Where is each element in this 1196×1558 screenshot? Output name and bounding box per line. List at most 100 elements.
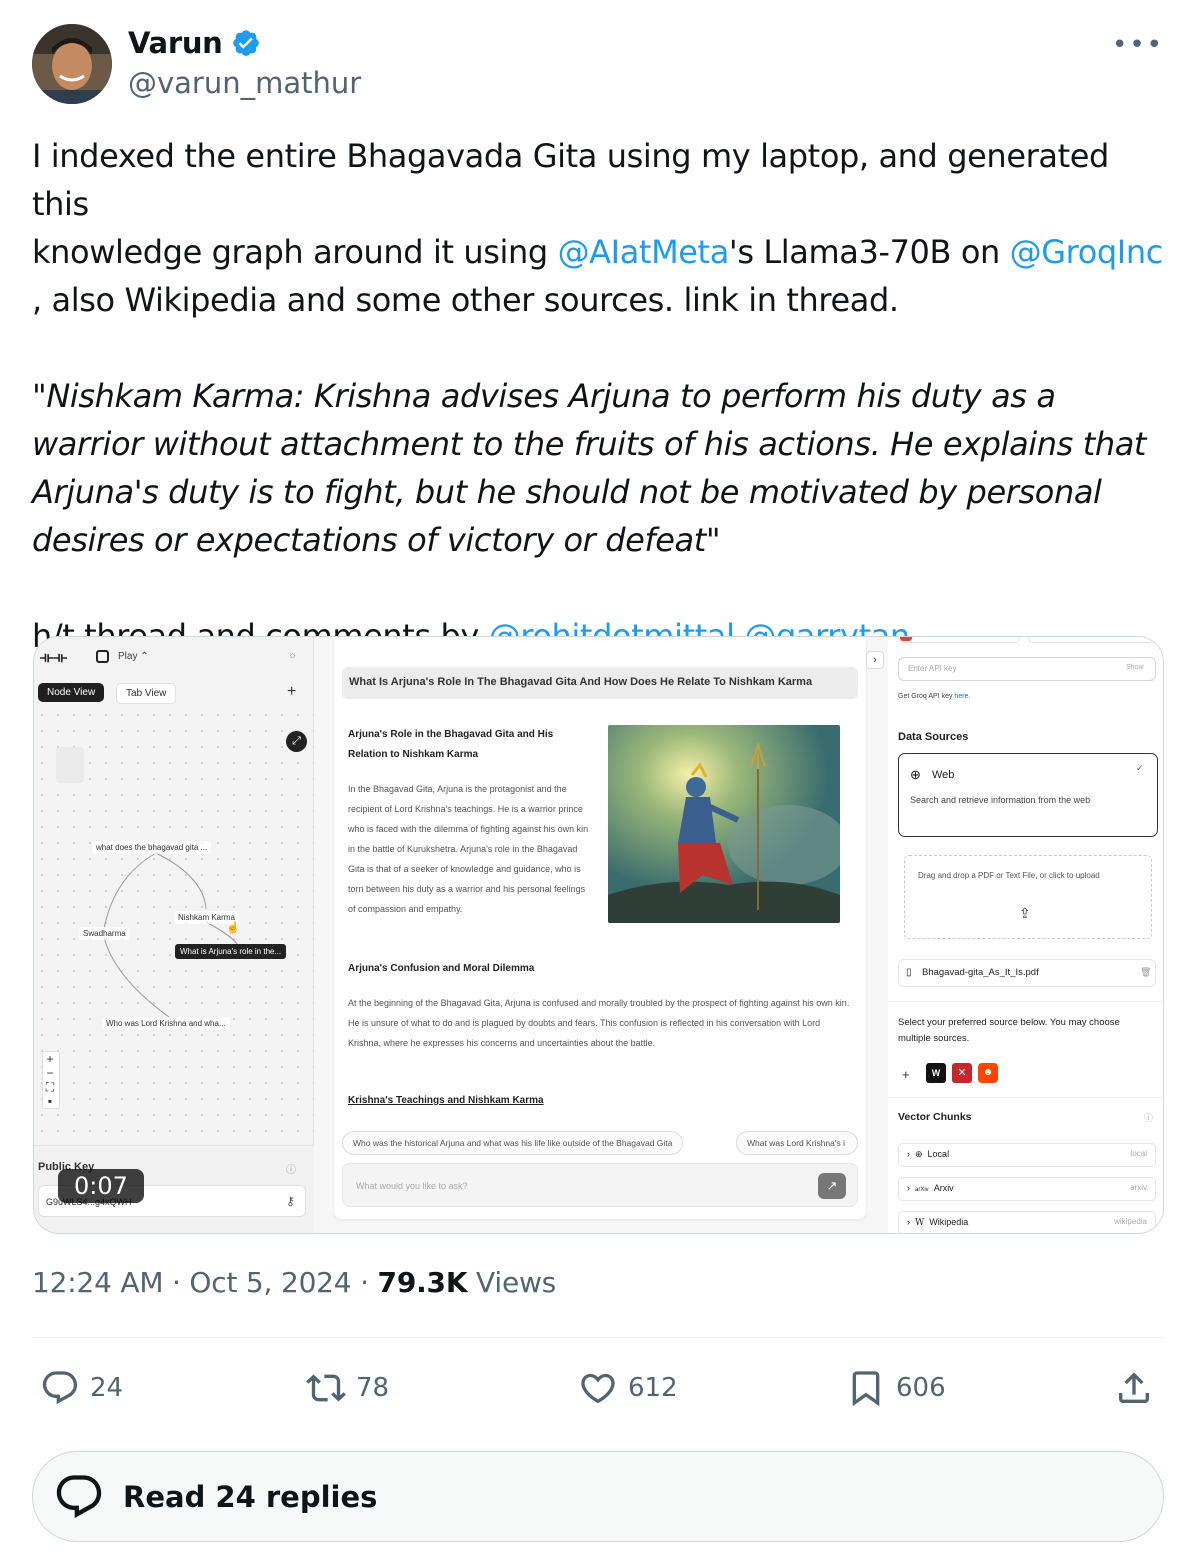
avatar[interactable] [32, 24, 112, 104]
groq-hint: Get Groq API key here. [898, 693, 970, 700]
repost-button[interactable]: 78 [306, 1360, 389, 1416]
ask-placeholder: What would you like to ask? [356, 1181, 468, 1191]
graph-node-krishna[interactable]: Who was Lord Krishna and wha... [102, 1017, 230, 1030]
bookmark-button[interactable]: 606 [846, 1360, 946, 1416]
meta-sep-2: · [351, 1266, 378, 1299]
vector-row-arxiv[interactable]: › arXiv Arxiv arxiv [898, 1177, 1156, 1201]
mention-groqinc[interactable]: @GroqInc [1010, 233, 1164, 271]
row-local-left: › ⊕ Local [907, 1149, 950, 1159]
vector-row-local[interactable]: › ⊕ Local local [898, 1143, 1156, 1167]
show-key-button[interactable]: Show [1126, 664, 1144, 671]
row-local-label: Local [927, 1149, 950, 1159]
x-source-icon[interactable]: ✕ [952, 1063, 972, 1083]
suggestion-chip-2[interactable]: What was Lord Krishna's i [736, 1131, 858, 1155]
author-handle[interactable]: @varun_mathur [128, 66, 361, 100]
settings-panel: Enter API key Show Get Groq API key here… [888, 637, 1163, 1233]
wikipedia-source-icon[interactable]: W [926, 1063, 946, 1083]
api-key-placeholder: Enter API key [908, 664, 957, 673]
graph-node-selected[interactable]: What is Arjuna's role in the... [175, 944, 287, 959]
reply-button[interactable]: 24 [40, 1360, 123, 1416]
globe-icon: ⊕ [910, 767, 921, 782]
tweet-time[interactable]: 12:24 AM [32, 1266, 164, 1299]
row-arxiv-tag: arxiv [1130, 1183, 1147, 1192]
data-sources-title: Data Sources [898, 731, 969, 743]
reply-count: 24 [90, 1373, 124, 1403]
key-icon[interactable]: ⚷ [286, 1194, 295, 1208]
vector-row-wikipedia[interactable]: › W Wikipedia wikipedia [898, 1211, 1156, 1233]
answer-panel: What Is Arjuna's Role In The Bhagavad Gi… [334, 637, 866, 1219]
zoom-in-icon[interactable]: + [43, 1052, 57, 1066]
bookmark-icon [852, 1371, 880, 1407]
answer-section-1: Arjuna's Role in the Bhagavad Gita and H… [348, 725, 594, 919]
groq-hint-text: Get Groq API key [898, 693, 955, 700]
fit-view-icon[interactable]: ⛶ [43, 1080, 57, 1094]
graph-edges [103, 852, 240, 1018]
upload-text: Drag and drop a PDF or Text File, or cli… [918, 871, 1100, 880]
upload-dropzone[interactable] [904, 855, 1152, 939]
mention-aiatmeta[interactable]: @AIatMeta [558, 233, 730, 271]
video-timer: 0:07 [58, 1169, 144, 1203]
lock-icon[interactable]: ▪ [43, 1094, 57, 1108]
upload-icon[interactable]: ⇪ [1019, 905, 1031, 922]
krishna-painting [608, 725, 840, 923]
file-icon: ▯ [906, 967, 912, 978]
right-divider [888, 1001, 1163, 1002]
replies-bubble-icon [56, 1474, 102, 1518]
row-arxiv-label: Arxiv [933, 1183, 954, 1193]
zoom-out-icon[interactable]: − [43, 1066, 57, 1080]
views-label: Views [467, 1266, 557, 1299]
more-options-icon[interactable]: ••• [1112, 30, 1164, 60]
share-icon [1119, 1372, 1149, 1403]
read-replies-label: Read 24 replies [123, 1479, 378, 1514]
heart-icon [581, 1373, 615, 1404]
file-name: Bhagavad-gita_As_It_Is.pdf [922, 967, 1039, 978]
answer-paragraph-2: At the beginning of the Bhagavad Gita, A… [348, 998, 850, 1048]
check-icon: ✓ [1136, 763, 1144, 773]
action-bar: 24 78 612 606 [0, 1360, 1196, 1416]
suggestion-chip-1[interactable]: Who was the historical Arjuna and what w… [342, 1131, 684, 1155]
model-select[interactable] [898, 637, 1020, 643]
bookmark-count: 606 [896, 1373, 946, 1403]
tweet-text: I indexed the entire Bhagavada Gita usin… [32, 132, 1172, 660]
right-divider-2 [888, 1097, 1163, 1098]
views-count: 79.3K [377, 1266, 468, 1299]
answer-paragraph-1: In the Bhagavad Gita, Arjuna is the prot… [348, 784, 589, 914]
groq-logo-icon [900, 637, 912, 641]
video-media[interactable]: ⟛⟛ Play ⌃ ☼ Node View Tab View + ⤢ what … [33, 636, 1164, 1234]
select-sources-text: Select your preferred source below. You … [898, 1017, 1120, 1044]
web-source-desc: Search and retrieve information from the… [910, 795, 1091, 805]
author-name[interactable]: Varun [128, 26, 261, 60]
reply-icon [42, 1371, 78, 1405]
like-count: 612 [628, 1373, 678, 1403]
graph-node-swadharma[interactable]: Swadharma [79, 927, 130, 940]
cursor-icon: ☝ [226, 922, 240, 934]
wiki-w-icon: W [915, 1218, 925, 1228]
tweet-meta: 12:24 AM · Oct 5, 2024 · 79.3K Views [32, 1266, 556, 1299]
option-select[interactable] [1028, 637, 1156, 643]
vector-info-icon[interactable]: ⓘ [1144, 1111, 1153, 1124]
arxiv-icon: arXiv [915, 1187, 929, 1193]
repost-icon [306, 1374, 346, 1402]
tweet-date[interactable]: Oct 5, 2024 [189, 1266, 351, 1299]
chevron-right-icon[interactable]: › [866, 651, 884, 669]
info-icon[interactable]: ⓘ [286, 1161, 296, 1176]
reddit-source-icon[interactable]: ☻ [978, 1063, 998, 1083]
share-button[interactable] [1114, 1360, 1154, 1416]
row-local-tag: local [1130, 1149, 1147, 1158]
zoom-controls: + − ⛶ ▪ [42, 1051, 60, 1109]
query-title: What Is Arjuna's Role In The Bhagavad Gi… [342, 667, 858, 699]
author-name-text[interactable]: Varun [128, 26, 223, 60]
trash-icon[interactable]: 🗑 [1140, 967, 1151, 978]
tweet-line-2-mid: 's Llama3-70B on [728, 233, 1010, 271]
graph-node-root[interactable]: what does the bhagavad gita ... [92, 841, 212, 854]
read-replies-button[interactable]: Read 24 replies [32, 1451, 1164, 1542]
send-arrow-icon[interactable]: ↗ [818, 1173, 846, 1199]
row-wiki-tag: wikipedia [1114, 1217, 1147, 1226]
groq-hint-link[interactable]: here. [954, 693, 970, 700]
row-arxiv-left: › arXiv Arxiv [907, 1183, 954, 1193]
add-source-icon[interactable]: + [902, 1067, 910, 1082]
tweet-line-3: , also Wikipedia and some other sources.… [32, 281, 899, 319]
answer-heading-1: Arjuna's Role in the Bhagavad Gita and H… [348, 729, 554, 760]
tweet-line-1: I indexed the entire Bhagavada Gita usin… [32, 137, 1109, 223]
like-button[interactable]: 612 [578, 1360, 678, 1416]
